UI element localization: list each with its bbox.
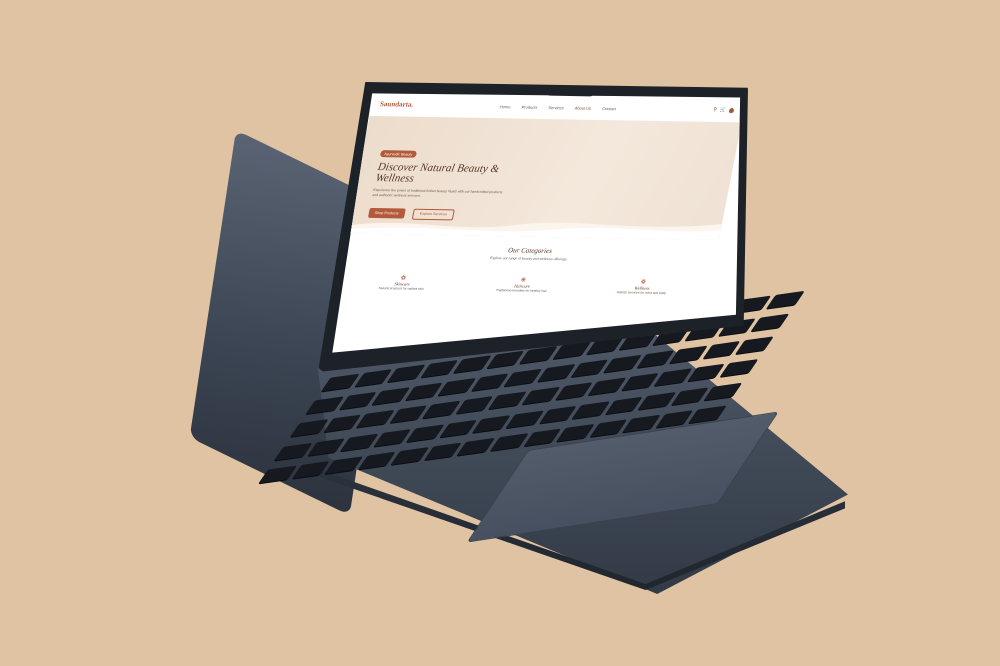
keyboard-key[interactable]: [505, 410, 544, 428]
keyboard-key[interactable]: [503, 368, 542, 387]
category-description: Traditional remedies for healthy hair: [495, 288, 548, 294]
keyboard-key[interactable]: [538, 405, 578, 424]
site-logo[interactable]: Saundarta.: [379, 100, 414, 109]
keyboard-key[interactable]: [572, 400, 611, 419]
keyboard-key[interactable]: [704, 382, 743, 401]
hero-title: Discover Natural Beauty & Wellness: [374, 161, 501, 185]
nav-link-products[interactable]: Products: [521, 105, 538, 110]
laptop-screen: Saundarta. Home Products Services About …: [332, 93, 741, 353]
keyboard-key[interactable]: [671, 387, 710, 405]
laptop-mockup-scene: Saundarta. Home Products Services About …: [0, 0, 1000, 666]
keyboard-key[interactable]: [324, 456, 363, 474]
category-card-skincare[interactable]: ✿ Skincare Natural products for radiant …: [356, 274, 449, 292]
keyboard-key[interactable]: [439, 419, 478, 438]
category-card-wellness[interactable]: ❁ Wellness Holistic services for mind an…: [596, 278, 689, 296]
keyboard-key[interactable]: [638, 391, 677, 410]
keyboard-key[interactable]: [338, 392, 377, 410]
keyboard-key[interactable]: [751, 313, 790, 332]
keyboard-key[interactable]: [420, 359, 459, 378]
keyboard-key[interactable]: [373, 428, 412, 447]
keyboard-key[interactable]: [307, 437, 346, 456]
nav-link-home[interactable]: Home: [499, 104, 511, 109]
nav-menu: Home Products Services About Us Contact: [499, 104, 616, 111]
keyboard-key[interactable]: [490, 433, 529, 451]
keyboard-key[interactable]: [486, 350, 525, 369]
keyboard-key[interactable]: [653, 368, 692, 387]
keyboard-key[interactable]: [589, 419, 628, 437]
keyboard-key[interactable]: [391, 446, 430, 465]
keyboard-key[interactable]: [766, 290, 805, 309]
keyboard-key[interactable]: [291, 460, 330, 479]
keyboard-key[interactable]: [521, 387, 560, 406]
keyboard-key[interactable]: [587, 377, 626, 396]
keyboard-key[interactable]: [354, 369, 393, 388]
keyboard-key[interactable]: [488, 391, 527, 410]
nav-link-contact[interactable]: Contact: [602, 106, 617, 111]
nav-link-about[interactable]: About Us: [574, 106, 591, 111]
keyboard-key[interactable]: [735, 336, 774, 355]
keyboard-key[interactable]: [389, 405, 428, 424]
cart-icon[interactable]: 🛒: [719, 107, 726, 113]
keyboard-key[interactable]: [554, 382, 593, 401]
keyboard-key[interactable]: [470, 373, 509, 392]
keyboard-key[interactable]: [636, 350, 675, 369]
keyboard-key[interactable]: [669, 345, 708, 364]
keyboard-key[interactable]: [455, 396, 494, 415]
shop-products-button[interactable]: Shop Products: [367, 207, 406, 219]
category-description: Natural products for radiant skin: [378, 286, 425, 291]
keyboard-key[interactable]: [472, 414, 511, 433]
explore-services-button[interactable]: Explore Services: [411, 208, 455, 221]
keyboard-key[interactable]: [603, 355, 642, 373]
keyboard-key[interactable]: [322, 415, 361, 433]
keyboard-key[interactable]: [340, 433, 379, 452]
keyboard-key[interactable]: [686, 364, 725, 382]
category-card-haircare[interactable]: ❀ Haircare Traditional remedies for heal…: [476, 276, 569, 294]
category-description: Holistic services for mind and body: [616, 290, 667, 296]
camera-notch: [545, 85, 595, 97]
keyboard-key[interactable]: [357, 451, 397, 470]
keyboard-key[interactable]: [424, 442, 463, 461]
keyboard-key[interactable]: [356, 410, 395, 429]
keyboard-key[interactable]: [371, 387, 410, 406]
keyboard-key[interactable]: [556, 423, 595, 442]
keyboard-key[interactable]: [453, 355, 492, 374]
categories-list: ✿ Skincare Natural products for radiant …: [356, 274, 689, 296]
cart-count-badge: 0: [728, 106, 735, 113]
hero-section: Ayurvedic Beauty Discover Natural Beauty…: [346, 115, 741, 241]
keyboard-key[interactable]: [702, 341, 741, 360]
nav-icons: ⚲ 🛒 0: [713, 107, 735, 113]
keyboard-key[interactable]: [523, 428, 562, 447]
website: Saundarta. Home Products Services About …: [332, 94, 741, 353]
keyboard-key[interactable]: [620, 373, 659, 392]
keyboard-key[interactable]: [437, 378, 476, 397]
keyboard-key[interactable]: [457, 437, 496, 456]
keyboard-key[interactable]: [387, 364, 426, 383]
search-icon[interactable]: ⚲: [713, 107, 718, 113]
nav-link-services[interactable]: Services: [548, 105, 564, 110]
keyboard-key[interactable]: [720, 359, 759, 378]
keyboard-key[interactable]: [404, 382, 443, 401]
hero-badge: Ayurvedic Beauty: [379, 150, 418, 158]
keyboard-key[interactable]: [605, 396, 644, 415]
keyboard-key[interactable]: [537, 364, 576, 383]
keyboard-key[interactable]: [570, 359, 609, 378]
hero-subtitle: Experience the power of traditional Indi…: [371, 187, 503, 198]
keyboard-key[interactable]: [406, 424, 445, 442]
keyboard-key[interactable]: [422, 401, 461, 419]
